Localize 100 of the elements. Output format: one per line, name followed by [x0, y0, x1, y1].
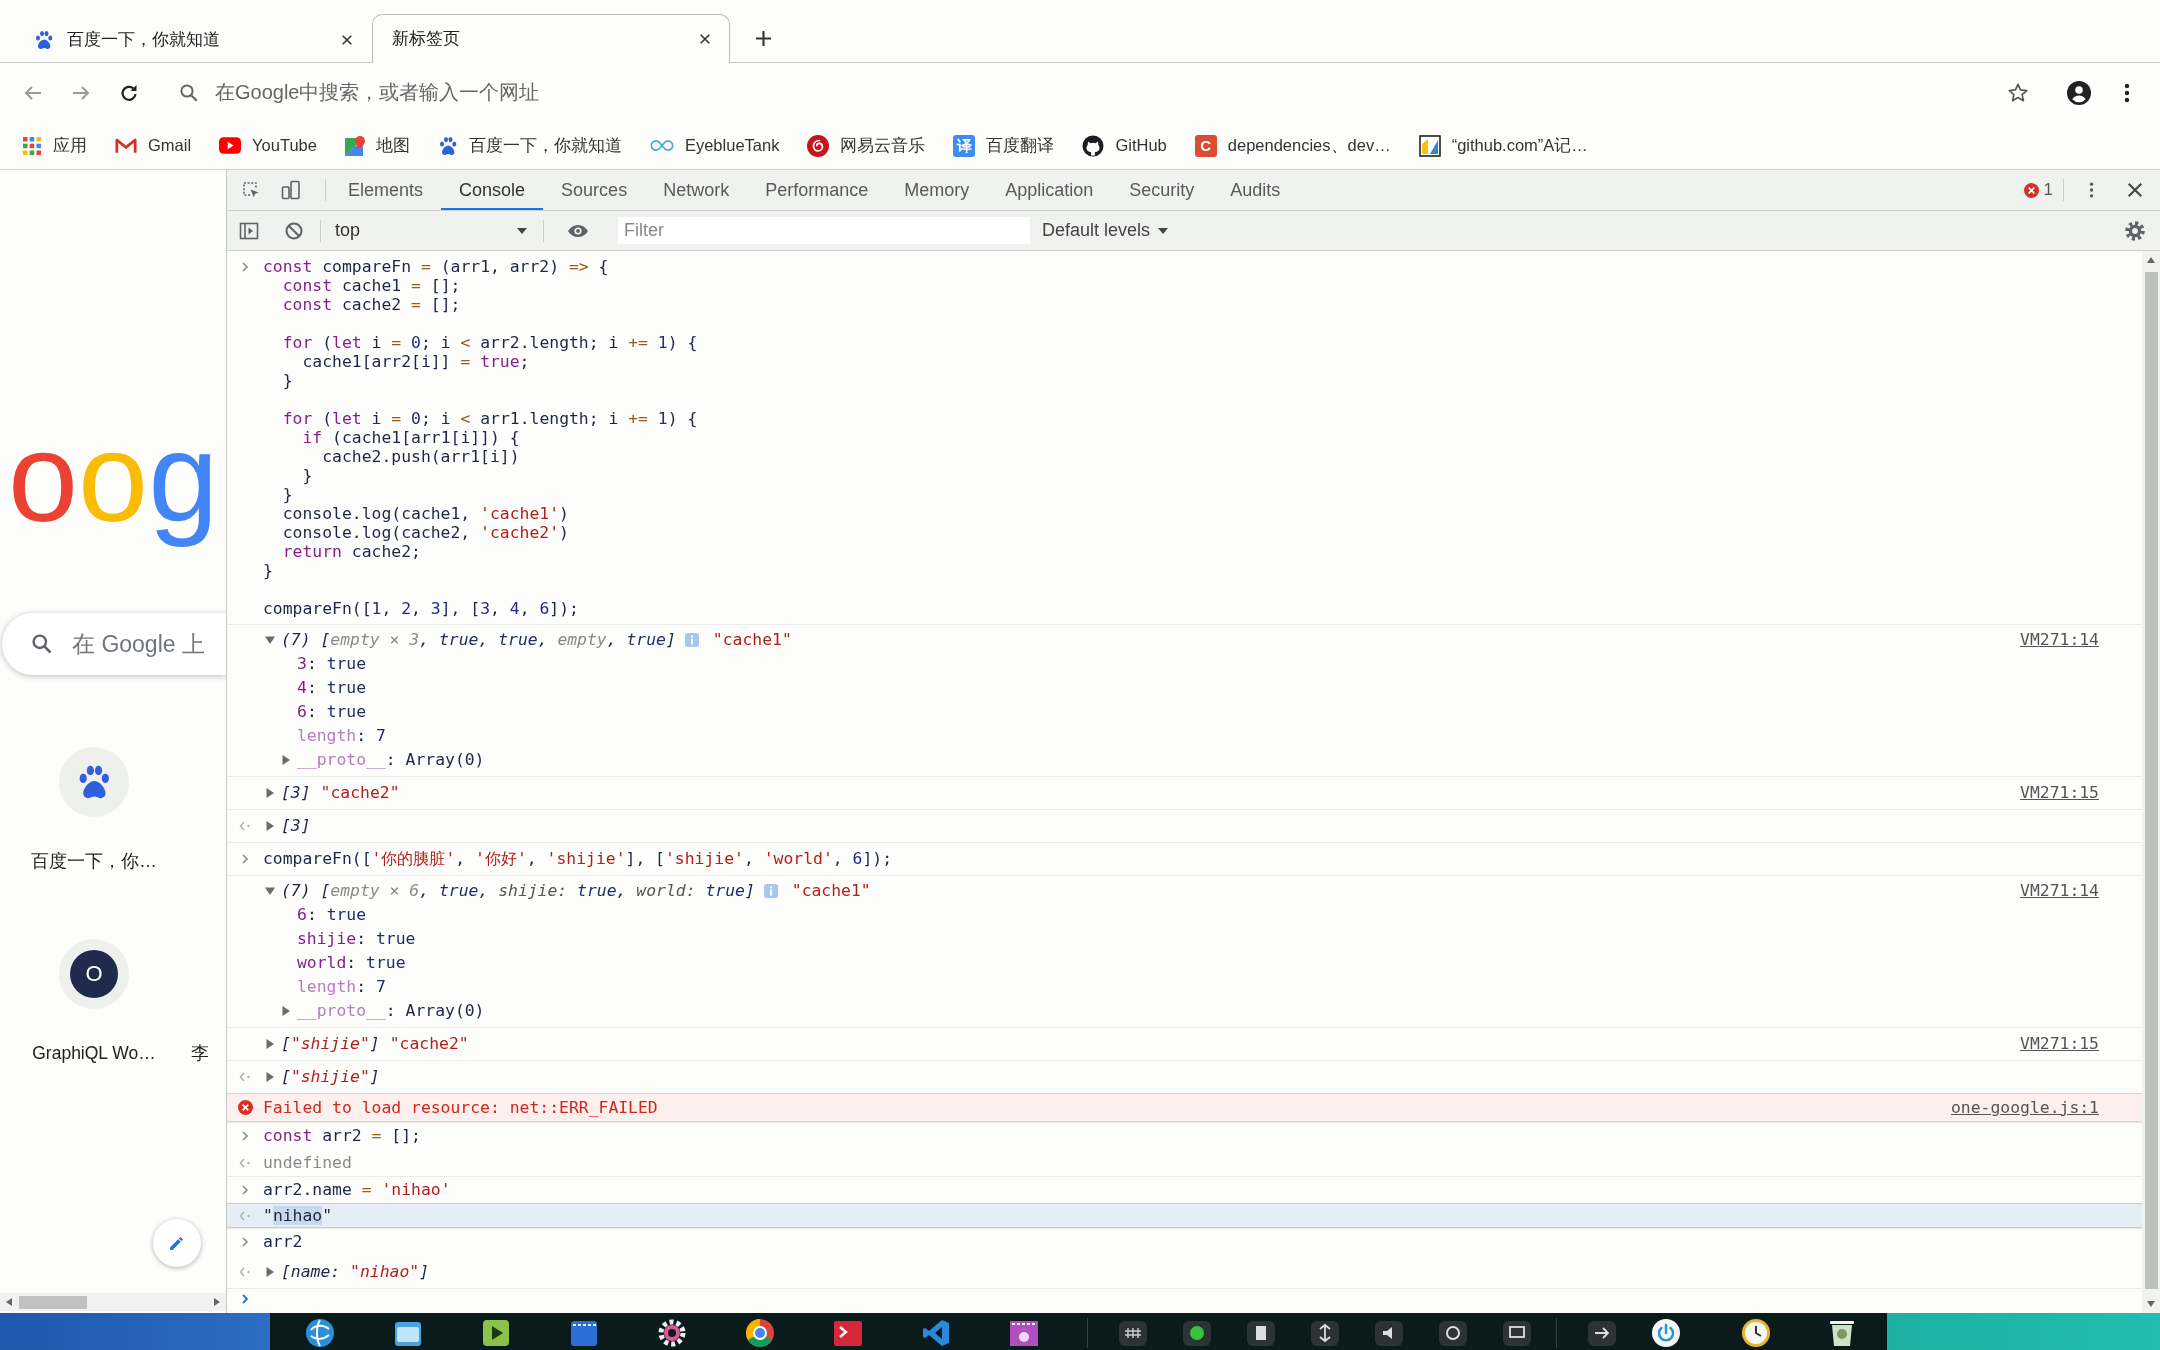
device-icon[interactable]: [281, 180, 301, 200]
caret-right-icon[interactable]: [265, 787, 275, 798]
close-icon[interactable]: [699, 33, 711, 45]
bookmark[interactable]: 应用: [22, 134, 87, 157]
address-field[interactable]: 在Google中搜索，或者输入一个网址: [167, 70, 2040, 115]
property-text: 4: true: [297, 677, 367, 699]
log-label: "cache2": [389, 1034, 469, 1053]
bookmark[interactable]: YouTube: [219, 136, 317, 155]
command-code: compareFn(['你的胰脏', '你好', 'shijie'], ['shijie', 'world', 6]);: [263, 849, 892, 868]
film-strip-icon[interactable]: [1009, 1318, 1039, 1348]
caret-up-icon[interactable]: [2147, 257, 2155, 263]
caret-right-icon[interactable]: [281, 755, 291, 765]
chevron-icon: [241, 853, 249, 864]
color-wheel-icon[interactable]: [745, 1318, 775, 1348]
caret-right-icon[interactable]: [214, 1298, 220, 1306]
source-link[interactable]: VM271:15: [2000, 1034, 2099, 1053]
source-link[interactable]: one-google.js:1: [1930, 1098, 2099, 1117]
devtools-tab[interactable]: Audits: [1212, 170, 1299, 210]
ring-icon[interactable]: [1438, 1318, 1468, 1348]
object-preview: ["shijie"]: [281, 1067, 380, 1086]
caret-right-icon[interactable]: [265, 1266, 275, 1277]
devtools-tab[interactable]: Application: [987, 170, 1112, 210]
close-icon[interactable]: [2127, 182, 2143, 198]
caret-down-icon: [1158, 227, 1169, 234]
terminal-icon[interactable]: [833, 1318, 863, 1348]
context-select[interactable]: top: [321, 220, 527, 241]
source-link[interactable]: VM271:14: [2000, 879, 2099, 903]
edit-button[interactable]: [153, 1219, 201, 1267]
shortcut-title[interactable]: 百度一下，你…: [31, 849, 157, 873]
bookmark[interactable]: 百度一下，你就知道: [437, 134, 622, 157]
eye-icon[interactable]: [567, 223, 589, 238]
star-icon[interactable]: [2007, 81, 2029, 104]
menu-icon[interactable]: [2089, 181, 2094, 199]
speaker-icon[interactable]: [1374, 1318, 1404, 1348]
clock-icon[interactable]: [1741, 1318, 1771, 1348]
hash-icon[interactable]: [1118, 1318, 1148, 1348]
trash-icon[interactable]: [1827, 1318, 1857, 1348]
shortcut-title[interactable]: 李: [191, 1041, 209, 1065]
code-editor-icon[interactable]: [921, 1318, 951, 1348]
film-icon[interactable]: [569, 1318, 599, 1348]
bookmark[interactable]: EyeblueTank: [649, 136, 780, 155]
source-link[interactable]: VM271:14: [2000, 628, 2099, 652]
browser-tab[interactable]: 百度一下，你就知道: [14, 15, 372, 63]
devtools-tab[interactable]: Sources: [543, 170, 646, 210]
caret-right-icon[interactable]: [281, 1006, 291, 1016]
caret-left-icon[interactable]: [6, 1298, 12, 1306]
levels-dropdown[interactable]: Default levels: [1042, 220, 1169, 241]
filter-field[interactable]: Filter: [618, 217, 1030, 244]
chevron-icon: [241, 1236, 249, 1247]
move-icon[interactable]: [1310, 1318, 1340, 1348]
source-link[interactable]: VM271:15: [2000, 783, 2099, 802]
bookmark[interactable]: “github.com”A记…: [1418, 134, 1588, 157]
scrollbar-thumb[interactable]: [2144, 272, 2158, 1289]
bookmark[interactable]: Gmail: [115, 136, 192, 155]
error-counter[interactable]: 1: [2023, 180, 2053, 200]
command-code: arr2: [263, 1232, 303, 1251]
plus-icon[interactable]: [755, 30, 772, 47]
browser-tab[interactable]: 新标签页: [372, 14, 730, 63]
shortcut-title[interactable]: GraphiQL Wo…: [32, 1041, 156, 1065]
caret-right-icon[interactable]: [265, 820, 275, 831]
paw-icon: [437, 135, 458, 156]
bookmark[interactable]: 译 百度翻译: [953, 134, 1055, 157]
block-icon[interactable]: [284, 220, 304, 241]
cat-logo-icon: [1082, 134, 1105, 157]
sidebar-icon[interactable]: [239, 220, 259, 241]
caret-right-icon[interactable]: [265, 1038, 275, 1049]
caret-down-icon[interactable]: [265, 886, 275, 896]
bookmark[interactable]: 地图: [344, 134, 410, 157]
document-icon[interactable]: [1246, 1318, 1276, 1348]
caret-down-icon[interactable]: [2147, 1301, 2155, 1307]
property-text: 3: true: [297, 653, 367, 675]
caret-down-icon[interactable]: [265, 635, 275, 645]
account-icon[interactable]: [2067, 80, 2091, 105]
scrollbar-thumb[interactable]: [19, 1295, 87, 1309]
bookmark-badge: 译: [953, 134, 976, 157]
error-icon: [237, 1100, 253, 1115]
search-field[interactable]: 在 Google 上: [2, 613, 226, 675]
monitor-icon[interactable]: [1502, 1318, 1532, 1348]
globe-icon[interactable]: [305, 1318, 335, 1348]
power-icon[interactable]: [1651, 1318, 1681, 1348]
return-arrow-icon: [239, 1157, 251, 1168]
settings-icon[interactable]: [2124, 219, 2146, 242]
play-icon[interactable]: [481, 1318, 511, 1348]
bookmark[interactable]: GitHub: [1082, 134, 1167, 157]
devtools-tab[interactable]: Performance: [747, 170, 887, 210]
devtools-tab[interactable]: Network: [645, 170, 748, 210]
shortcut-tile[interactable]: O: [59, 939, 129, 1009]
bookmark[interactable]: C dependencies、dev…: [1194, 134, 1391, 157]
result-value: "nihao": [263, 1206, 333, 1225]
devtools-tab[interactable]: Security: [1111, 170, 1213, 210]
devtools-tab[interactable]: Elements: [330, 170, 442, 210]
caret-right-icon[interactable]: [265, 1071, 275, 1082]
inspect-icon[interactable]: [241, 180, 261, 200]
close-icon[interactable]: [341, 33, 353, 46]
menu-icon[interactable]: [2124, 82, 2130, 103]
gear-icon[interactable]: [657, 1318, 687, 1348]
bookmark[interactable]: 网易云音乐: [807, 134, 926, 157]
reload-icon[interactable]: [119, 82, 139, 103]
tile-logo-icon: [1418, 134, 1441, 157]
devtools-tab[interactable]: Memory: [886, 170, 988, 210]
